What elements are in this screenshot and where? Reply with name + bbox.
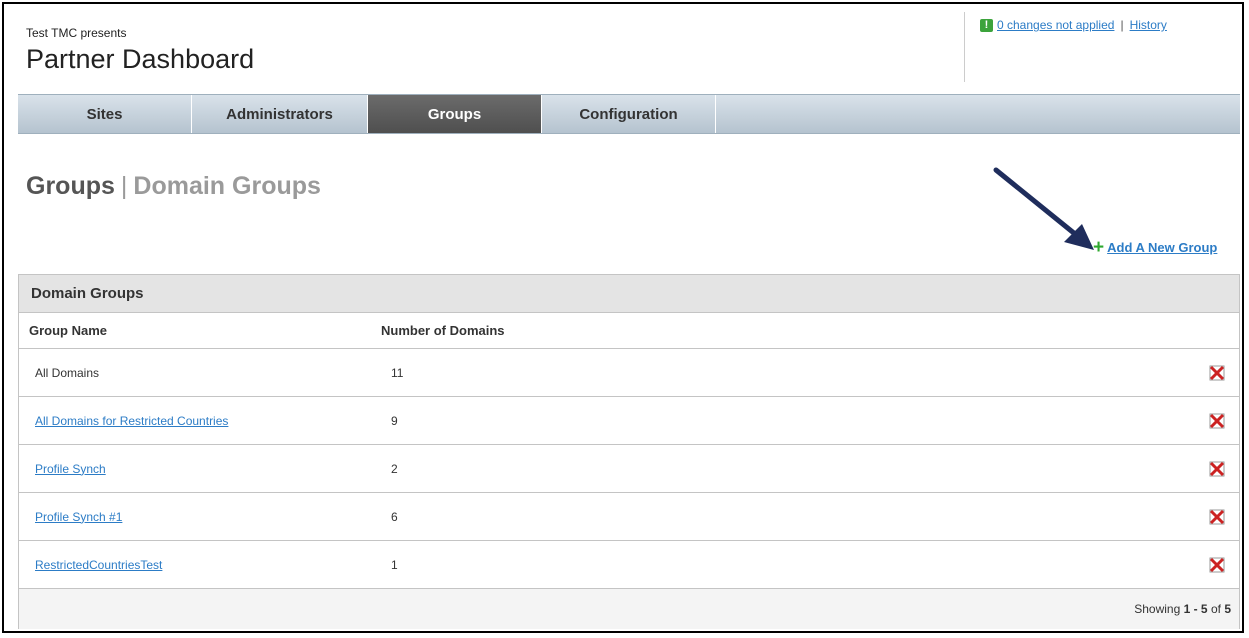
showing-range: 1 - 5 <box>1183 602 1208 616</box>
header: Test TMC presents Partner Dashboard ! 0 … <box>4 4 1242 92</box>
table-row: Profile Synch 2 <box>19 445 1239 493</box>
domain-count: 11 <box>391 365 404 380</box>
table-title: Domain Groups <box>19 275 1239 313</box>
group-name-link[interactable]: Profile Synch #1 <box>35 510 122 524</box>
main-tabs: Sites Administrators Groups Configuratio… <box>18 94 1240 134</box>
domain-groups-table: Domain Groups Group Name Number of Domai… <box>18 274 1240 629</box>
heading-groups: Groups <box>26 172 115 200</box>
add-new-group-label[interactable]: Add A New Group <box>1107 240 1217 255</box>
table-header-row: Group Name Number of Domains <box>19 313 1239 349</box>
exclamation-icon: ! <box>980 18 993 32</box>
domain-count: 9 <box>391 413 398 428</box>
delete-x-icon[interactable] <box>1209 509 1225 525</box>
page-title: Partner Dashboard <box>26 44 255 74</box>
presents-text: Test TMC presents <box>26 26 127 40</box>
table-row: All Domains 11 <box>19 349 1239 397</box>
arrow-icon <box>993 167 1094 250</box>
table-row: All Domains for Restricted Countries 9 <box>19 397 1239 445</box>
app-window: Test TMC presents Partner Dashboard ! 0 … <box>2 2 1244 633</box>
plus-icon: + <box>1093 237 1105 258</box>
showing-total: 5 <box>1224 602 1231 616</box>
tab-groups[interactable]: Groups <box>368 95 542 133</box>
domain-count: 1 <box>391 557 398 572</box>
showing-of: of <box>1210 602 1221 616</box>
changes-not-applied-link[interactable]: 0 changes not applied <box>997 18 1114 32</box>
tab-sites[interactable]: Sites <box>18 95 192 133</box>
tab-configuration[interactable]: Configuration <box>542 95 716 133</box>
pagination-summary: Showing 1 - 5 of 5 <box>19 589 1239 629</box>
table-row: Profile Synch #1 6 <box>19 493 1239 541</box>
delete-x-icon[interactable] <box>1209 557 1225 573</box>
header-divider <box>964 12 965 82</box>
changes-status: ! 0 changes not applied | History <box>980 18 1167 32</box>
heading-domain-groups: Domain Groups <box>133 172 321 200</box>
delete-x-icon[interactable] <box>1209 413 1225 429</box>
column-number-of-domains: Number of Domains <box>381 323 505 338</box>
domain-count: 2 <box>391 461 398 476</box>
table-row: RestrictedCountriesTest 1 <box>19 541 1239 589</box>
heading-separator: | <box>120 172 128 200</box>
delete-x-icon[interactable] <box>1209 365 1225 381</box>
domain-count: 6 <box>391 509 398 524</box>
section-heading: Groups | Domain Groups <box>26 172 321 201</box>
group-name-link[interactable]: Profile Synch <box>35 462 106 476</box>
add-new-group-button[interactable]: + Add A New Group <box>1093 238 1217 257</box>
group-name-link[interactable]: RestrictedCountriesTest <box>35 558 162 572</box>
column-group-name: Group Name <box>29 323 108 338</box>
group-name-text: All Domains <box>35 365 100 380</box>
group-name-link[interactable]: All Domains for Restricted Countries <box>35 414 228 428</box>
header-separator: | <box>1120 18 1124 32</box>
delete-x-icon[interactable] <box>1209 461 1225 477</box>
tab-administrators[interactable]: Administrators <box>192 95 368 133</box>
history-link[interactable]: History <box>1130 18 1167 32</box>
showing-prefix: Showing <box>1134 602 1181 616</box>
